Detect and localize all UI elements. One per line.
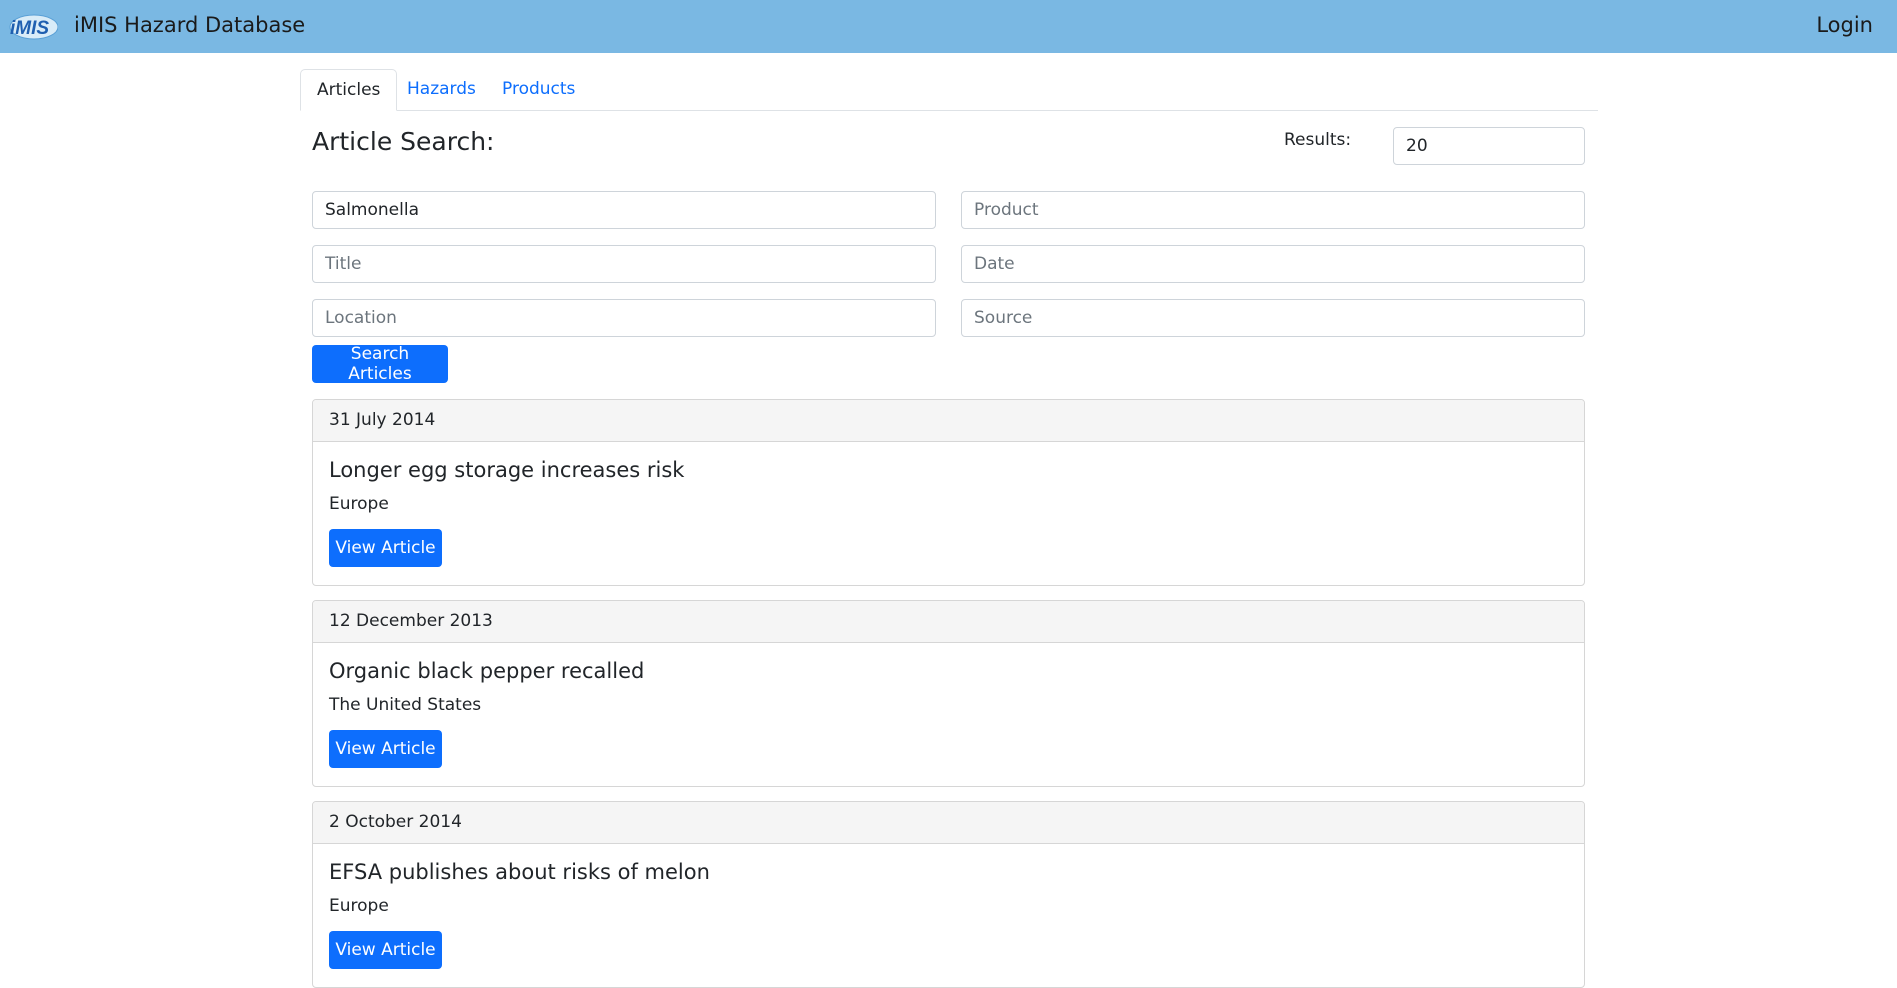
- tab-hazards[interactable]: Hazards: [391, 69, 492, 110]
- main-container: Articles Hazards Products Article Search…: [300, 69, 1598, 988]
- view-article-button[interactable]: View Article: [329, 529, 442, 567]
- top-navbar: iMIS iMIS Hazard Database Login: [0, 0, 1897, 53]
- imis-logo[interactable]: iMIS: [6, 11, 58, 41]
- article-body: Longer egg storage increases risk Europe…: [313, 442, 1584, 585]
- article-body: EFSA publishes about risks of melon Euro…: [313, 844, 1584, 987]
- view-article-button[interactable]: View Article: [329, 931, 442, 969]
- results-count-input[interactable]: [1393, 127, 1585, 165]
- brand-title[interactable]: iMIS Hazard Database: [74, 11, 305, 39]
- page-title: Article Search:: [312, 127, 495, 156]
- login-link[interactable]: Login: [1816, 11, 1873, 39]
- article-card: 2 October 2014 EFSA publishes about risk…: [312, 801, 1585, 988]
- article-date: 12 December 2013: [313, 601, 1584, 643]
- article-card: 31 July 2014 Longer egg storage increase…: [312, 399, 1585, 586]
- article-title: EFSA publishes about risks of melon: [329, 860, 710, 884]
- article-date: 2 October 2014: [313, 802, 1584, 844]
- tab-bar: Articles Hazards Products: [300, 69, 1598, 111]
- hazard-search-input[interactable]: [312, 191, 936, 229]
- results-label: Results:: [1284, 130, 1352, 150]
- view-article-button[interactable]: View Article: [329, 730, 442, 768]
- tab-articles[interactable]: Articles: [300, 69, 398, 111]
- location-search-input[interactable]: [312, 299, 936, 337]
- source-search-input[interactable]: [961, 299, 1585, 337]
- article-location: Europe: [329, 896, 389, 916]
- article-title: Organic black pepper recalled: [329, 659, 645, 683]
- article-location: The United States: [329, 695, 482, 715]
- article-card: 12 December 2013 Organic black pepper re…: [312, 600, 1585, 787]
- tab-products[interactable]: Products: [486, 69, 591, 110]
- article-title: Longer egg storage increases risk: [329, 458, 685, 482]
- article-body: Organic black pepper recalled The United…: [313, 643, 1584, 786]
- logo-text: iMIS: [10, 18, 49, 39]
- date-search-input[interactable]: [961, 245, 1585, 283]
- search-articles-button[interactable]: Search Articles: [312, 344, 448, 384]
- article-date: 31 July 2014: [313, 400, 1584, 442]
- product-search-input[interactable]: [961, 191, 1585, 229]
- article-location: Europe: [329, 494, 389, 514]
- title-search-input[interactable]: [312, 245, 936, 283]
